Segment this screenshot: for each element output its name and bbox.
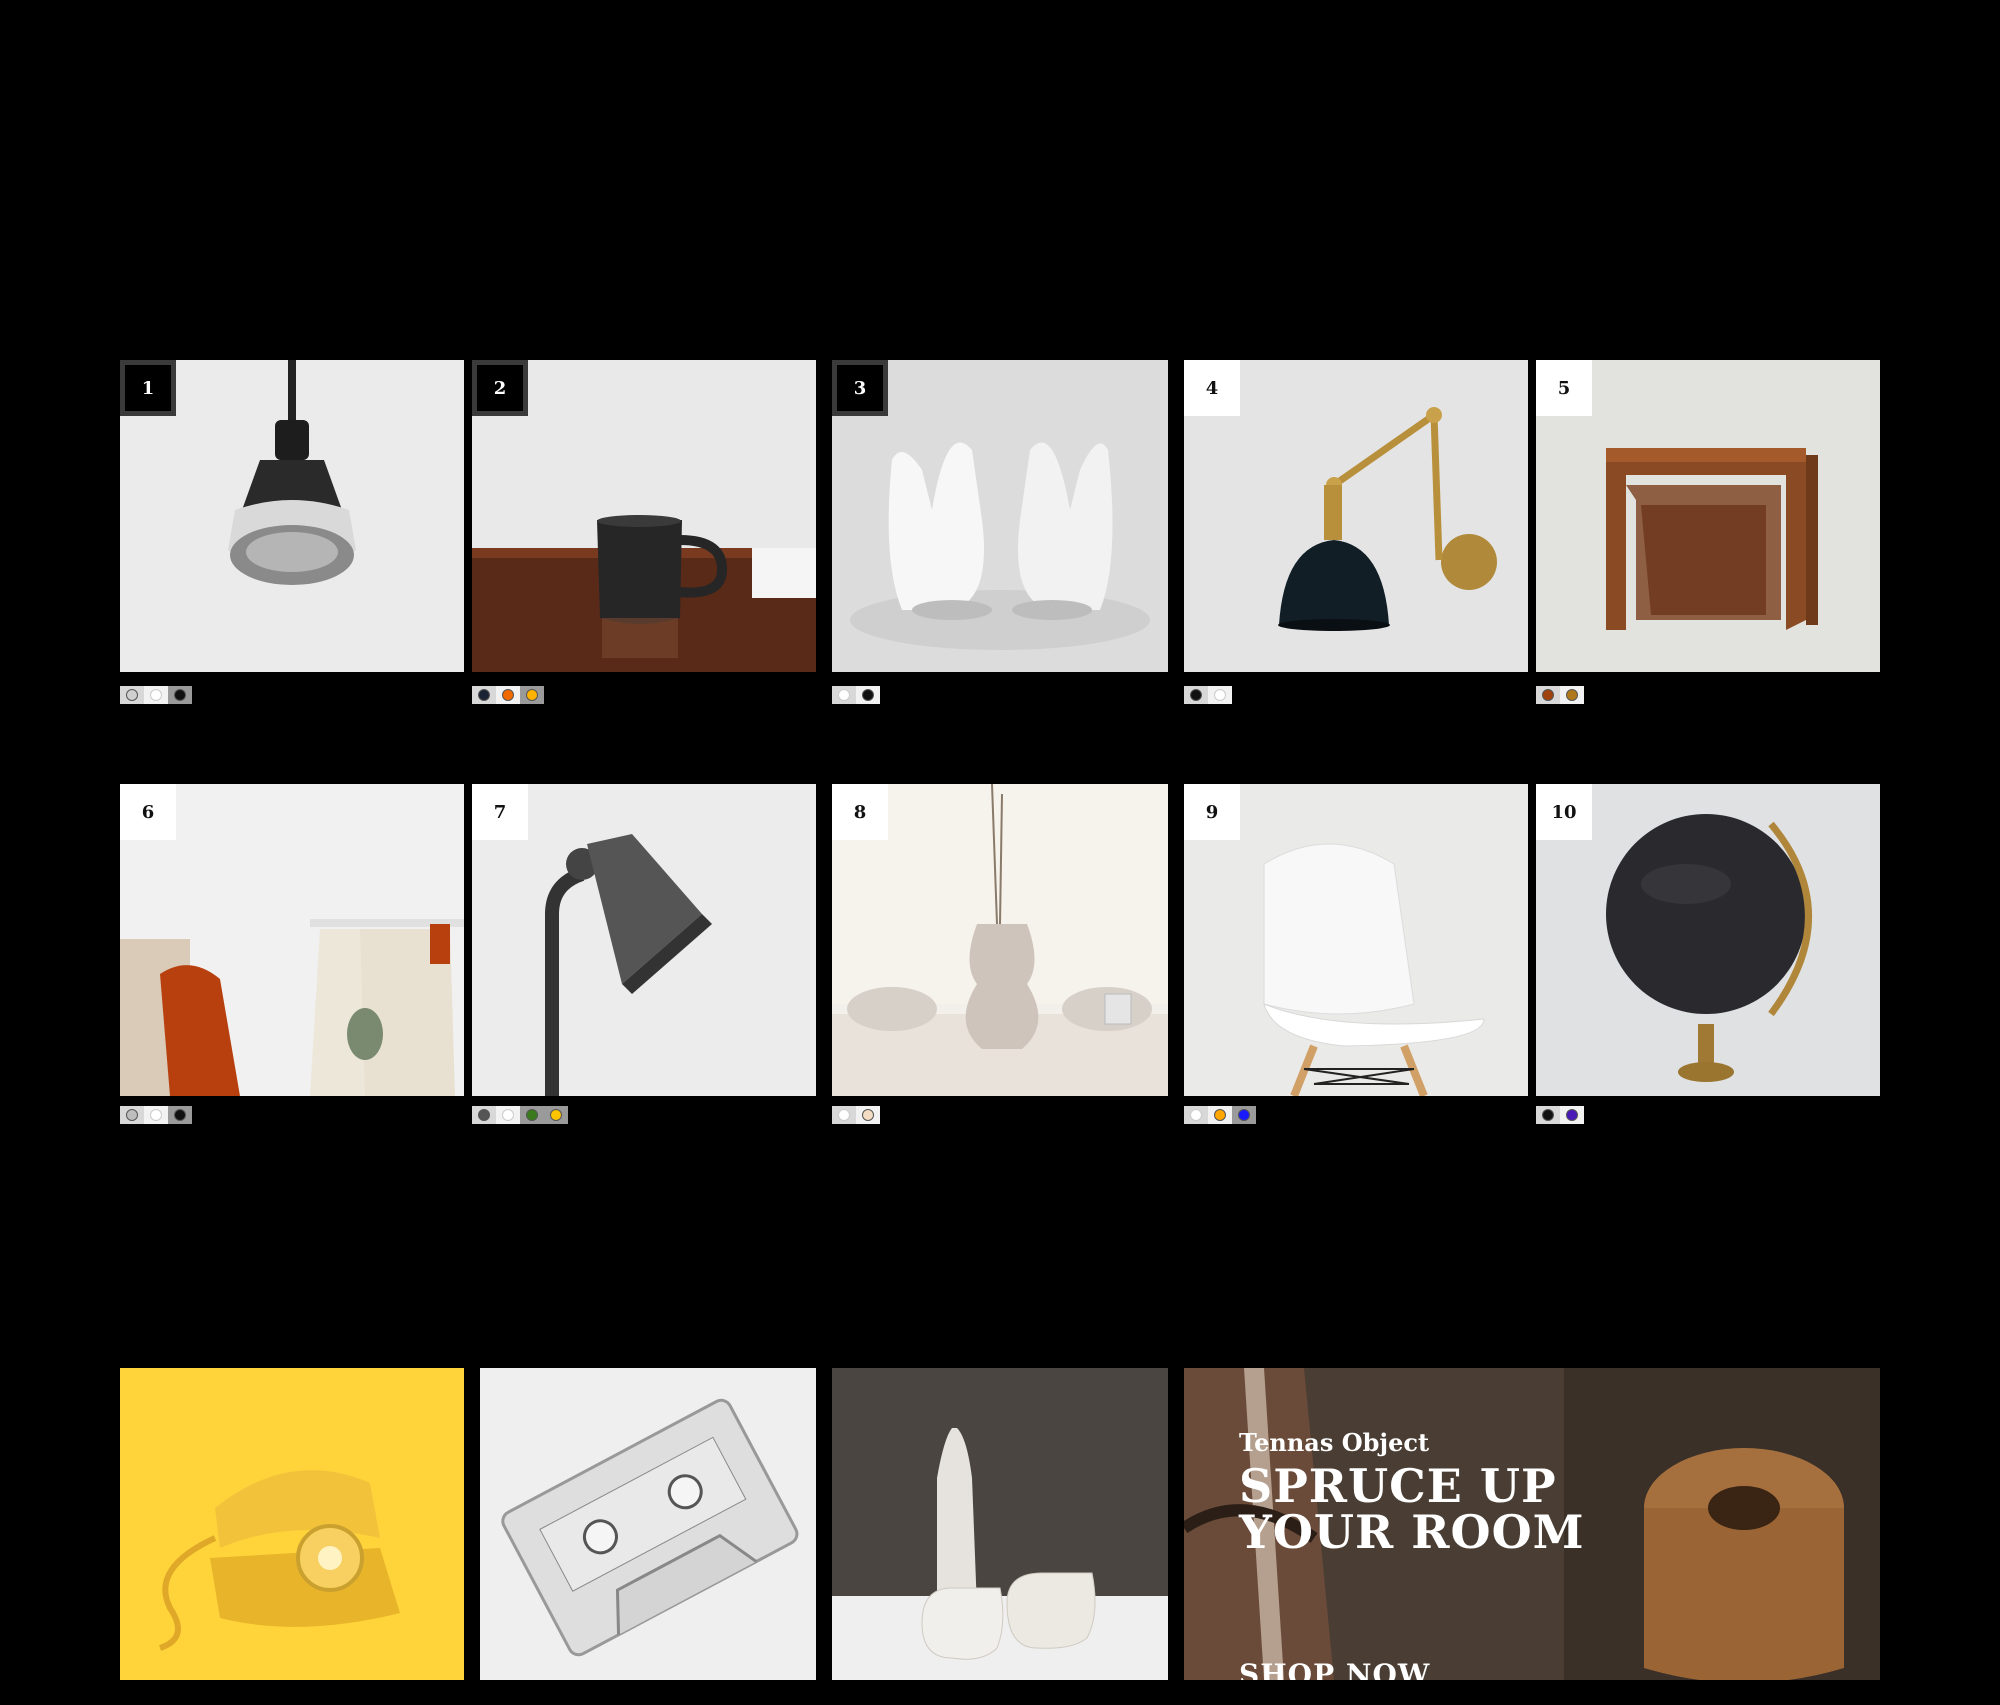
product-card-5[interactable]: 5 <box>1536 360 1880 672</box>
product-card-4[interactable]: 4 <box>1184 360 1528 672</box>
promo-title: SPRUCE UP YOUR ROOM <box>1239 1459 1585 1559</box>
color-swatches <box>472 686 544 704</box>
swatch-color-dot <box>862 689 874 701</box>
swatch-color-dot <box>1542 1109 1554 1121</box>
product-card-6[interactable]: 6 <box>120 784 464 1096</box>
rank-badge: 7 <box>472 784 528 840</box>
color-swatch[interactable] <box>856 686 880 704</box>
swatch-color-dot <box>1214 689 1226 701</box>
swatch-color-dot <box>1238 1109 1250 1121</box>
rank-badge: 4 <box>1184 360 1240 416</box>
rank-badge: 9 <box>1184 784 1240 840</box>
color-swatch[interactable] <box>496 686 520 704</box>
product-card-1[interactable]: 1 <box>120 360 464 672</box>
color-swatch[interactable] <box>1536 1106 1560 1124</box>
swatch-color-dot <box>174 689 186 701</box>
yellow-telephone-tile[interactable] <box>120 1368 464 1680</box>
color-swatches <box>1184 1106 1256 1124</box>
swatch-color-dot <box>1542 689 1554 701</box>
color-swatch[interactable] <box>168 1106 192 1124</box>
color-swatches <box>1536 686 1584 704</box>
color-swatch[interactable] <box>168 686 192 704</box>
color-swatch[interactable] <box>1208 1106 1232 1124</box>
product-card-2[interactable]: 2 <box>472 360 816 672</box>
color-swatch[interactable] <box>544 1106 568 1124</box>
color-swatches <box>1184 686 1232 704</box>
swatch-color-dot <box>478 1109 490 1121</box>
color-swatch[interactable] <box>496 1106 520 1124</box>
rank-badge: 6 <box>120 784 176 840</box>
color-swatch[interactable] <box>1184 686 1208 704</box>
shop-now-link[interactable]: SHOP NOW <box>1239 1658 1430 1680</box>
color-swatch[interactable] <box>520 1106 544 1124</box>
color-swatch[interactable] <box>1184 1106 1208 1124</box>
color-swatch[interactable] <box>520 686 544 704</box>
color-swatch[interactable] <box>144 1106 168 1124</box>
swatch-color-dot <box>150 1109 162 1121</box>
color-swatch[interactable] <box>1560 1106 1584 1124</box>
swatch-color-dot <box>478 689 490 701</box>
color-swatches <box>832 1106 880 1124</box>
color-swatches <box>1536 1106 1584 1124</box>
swatch-color-dot <box>862 1109 874 1121</box>
rank-badge: 8 <box>832 784 888 840</box>
color-swatch[interactable] <box>1208 686 1232 704</box>
color-swatches <box>472 1106 568 1124</box>
product-card-10[interactable]: 10 <box>1536 784 1880 1096</box>
color-swatch[interactable] <box>472 1106 496 1124</box>
color-swatch[interactable] <box>144 686 168 704</box>
product-card-3[interactable]: 3 <box>832 360 1168 672</box>
rank-badge: 10 <box>1536 784 1592 840</box>
rank-badge: 2 <box>472 360 528 416</box>
swatch-color-dot <box>150 689 162 701</box>
swatch-color-dot <box>174 1109 186 1121</box>
color-swatch[interactable] <box>832 686 856 704</box>
promo-banner[interactable]: Tennas Object SPRUCE UP YOUR ROOM SHOP N… <box>1184 1368 1880 1680</box>
rank-badge: 5 <box>1536 360 1592 416</box>
color-swatch[interactable] <box>832 1106 856 1124</box>
color-swatches <box>120 686 192 704</box>
swatch-color-dot <box>1190 689 1202 701</box>
swatch-color-dot <box>550 1109 562 1121</box>
swatch-color-dot <box>526 1109 538 1121</box>
rank-badge: 1 <box>120 360 176 416</box>
color-swatch[interactable] <box>472 686 496 704</box>
swatch-color-dot <box>838 689 850 701</box>
swatch-color-dot <box>1190 1109 1202 1121</box>
yellow-telephone-image <box>120 1368 464 1680</box>
color-swatch[interactable] <box>1232 1106 1256 1124</box>
product-card-8[interactable]: 8 <box>832 784 1168 1096</box>
swatch-color-dot <box>126 689 138 701</box>
swatch-color-dot <box>526 689 538 701</box>
cassette-tape-image <box>480 1368 816 1680</box>
ceramic-bottle-cups-image <box>832 1368 1168 1680</box>
swatch-color-dot <box>1214 1109 1226 1121</box>
swatch-color-dot <box>502 1109 514 1121</box>
color-swatch[interactable] <box>1536 686 1560 704</box>
swatch-color-dot <box>1566 1109 1578 1121</box>
cassette-tape-tile[interactable] <box>480 1368 816 1680</box>
color-swatch[interactable] <box>856 1106 880 1124</box>
color-swatch[interactable] <box>1560 686 1584 704</box>
swatch-color-dot <box>1566 689 1578 701</box>
color-swatches <box>832 686 880 704</box>
product-card-7[interactable]: 7 <box>472 784 816 1096</box>
color-swatch[interactable] <box>120 686 144 704</box>
color-swatch[interactable] <box>120 1106 144 1124</box>
ceramic-bottle-tile[interactable] <box>832 1368 1168 1680</box>
rank-badge: 3 <box>832 360 888 416</box>
color-swatches <box>120 1106 192 1124</box>
swatch-color-dot <box>838 1109 850 1121</box>
swatch-color-dot <box>126 1109 138 1121</box>
promo-brand: Tennas Object <box>1239 1428 1430 1457</box>
swatch-color-dot <box>502 689 514 701</box>
product-card-9[interactable]: 9 <box>1184 784 1528 1096</box>
